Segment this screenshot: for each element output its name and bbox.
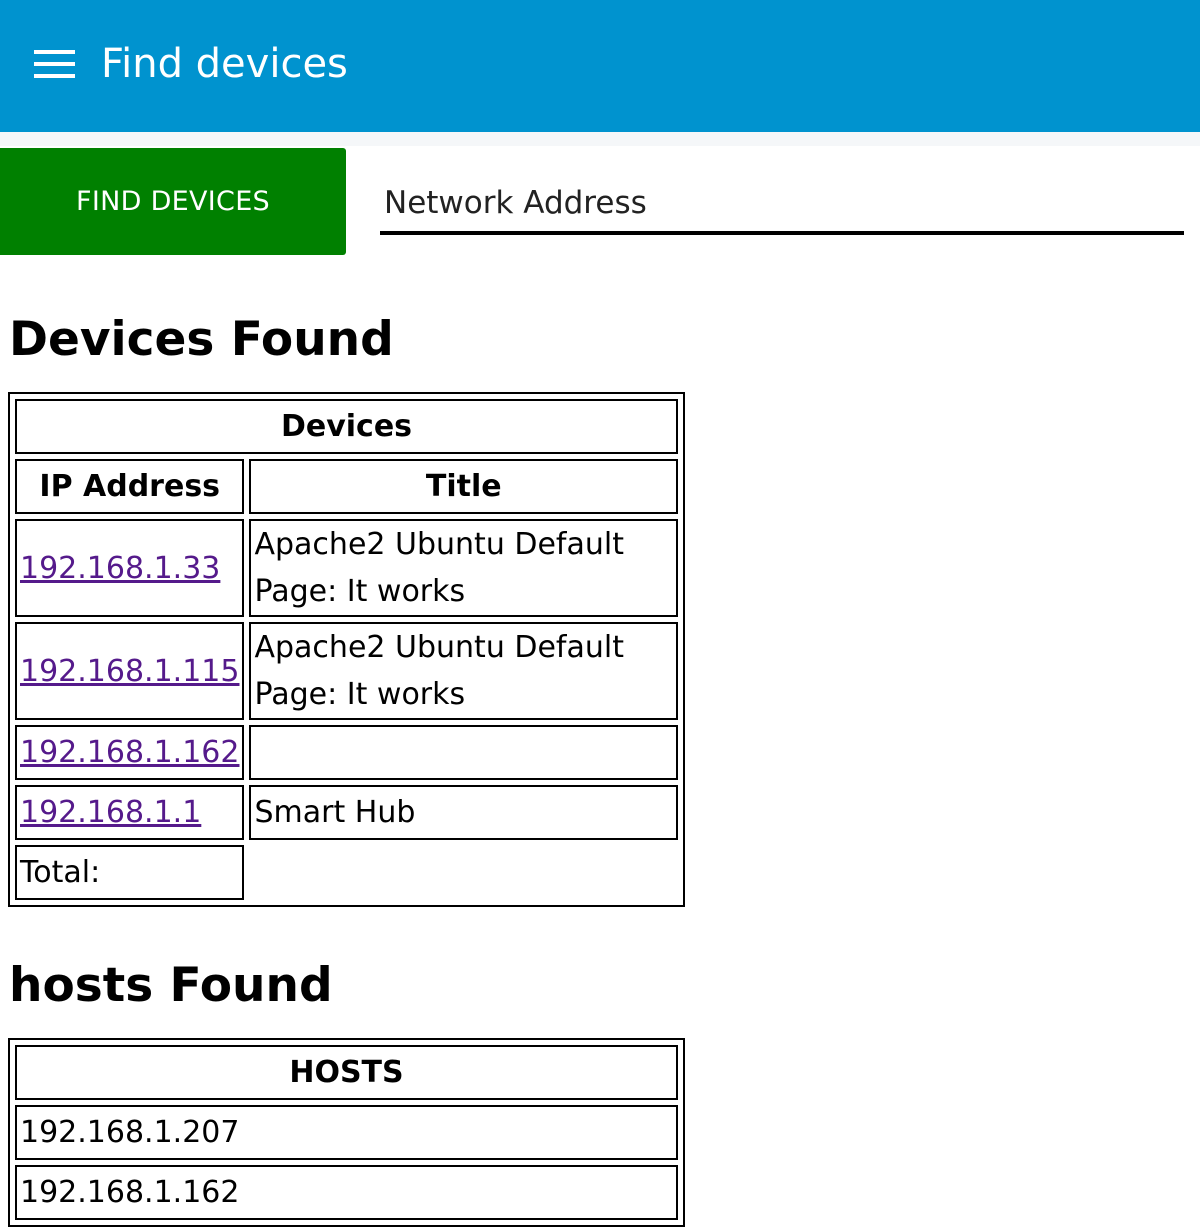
- device-row: 192.168.1.115 Apache2 Ubuntu Default Pag…: [15, 622, 678, 720]
- app-bar: Find devices: [0, 0, 1200, 132]
- device-row: 192.168.1.1 Smart Hub: [15, 785, 678, 840]
- hosts-found-heading: hosts Found: [9, 958, 333, 1013]
- devices-found-heading: Devices Found: [9, 312, 394, 367]
- hosts-table-caption: HOSTS: [15, 1045, 678, 1100]
- device-title-cell: Apache2 Ubuntu Default Page: It works: [249, 622, 678, 720]
- toolbar-strip: [0, 132, 1200, 146]
- hosts-table: HOSTS 192.168.1.207 192.168.1.162: [8, 1038, 685, 1227]
- total-label: Total:: [15, 845, 245, 900]
- total-row: Total:: [15, 845, 678, 900]
- device-row: 192.168.1.33 Apache2 Ubuntu Default Page…: [15, 519, 678, 617]
- ip-cell: 192.168.1.162: [15, 725, 245, 780]
- device-ip-link[interactable]: 192.168.1.1: [20, 795, 201, 830]
- hamburger-menu-icon[interactable]: [34, 50, 76, 82]
- ip-cell: 192.168.1.115: [15, 622, 245, 720]
- ip-address-column-header: IP Address: [15, 459, 245, 514]
- find-devices-button[interactable]: FIND DEVICES: [0, 148, 346, 255]
- device-ip-link[interactable]: 192.168.1.162: [20, 735, 239, 770]
- devices-table-caption: Devices: [15, 399, 678, 454]
- network-address-input[interactable]: [380, 175, 1184, 235]
- device-row: 192.168.1.162: [15, 725, 678, 780]
- device-ip-link[interactable]: 192.168.1.33: [20, 551, 220, 586]
- device-title-cell: [249, 725, 678, 780]
- devices-table: Devices IP Address Title 192.168.1.33 Ap…: [8, 392, 685, 907]
- host-row: 192.168.1.207: [15, 1105, 678, 1160]
- ip-cell: 192.168.1.1: [15, 785, 245, 840]
- device-title-cell: Apache2 Ubuntu Default Page: It works: [249, 519, 678, 617]
- ip-cell: 192.168.1.33: [15, 519, 245, 617]
- total-value-cell: [249, 845, 678, 900]
- title-column-header: Title: [249, 459, 678, 514]
- app-title: Find devices: [101, 41, 348, 87]
- device-ip-link[interactable]: 192.168.1.115: [20, 654, 239, 689]
- host-ip-cell: 192.168.1.162: [15, 1165, 678, 1220]
- device-title-cell: Smart Hub: [249, 785, 678, 840]
- host-row: 192.168.1.162: [15, 1165, 678, 1220]
- host-ip-cell: 192.168.1.207: [15, 1105, 678, 1160]
